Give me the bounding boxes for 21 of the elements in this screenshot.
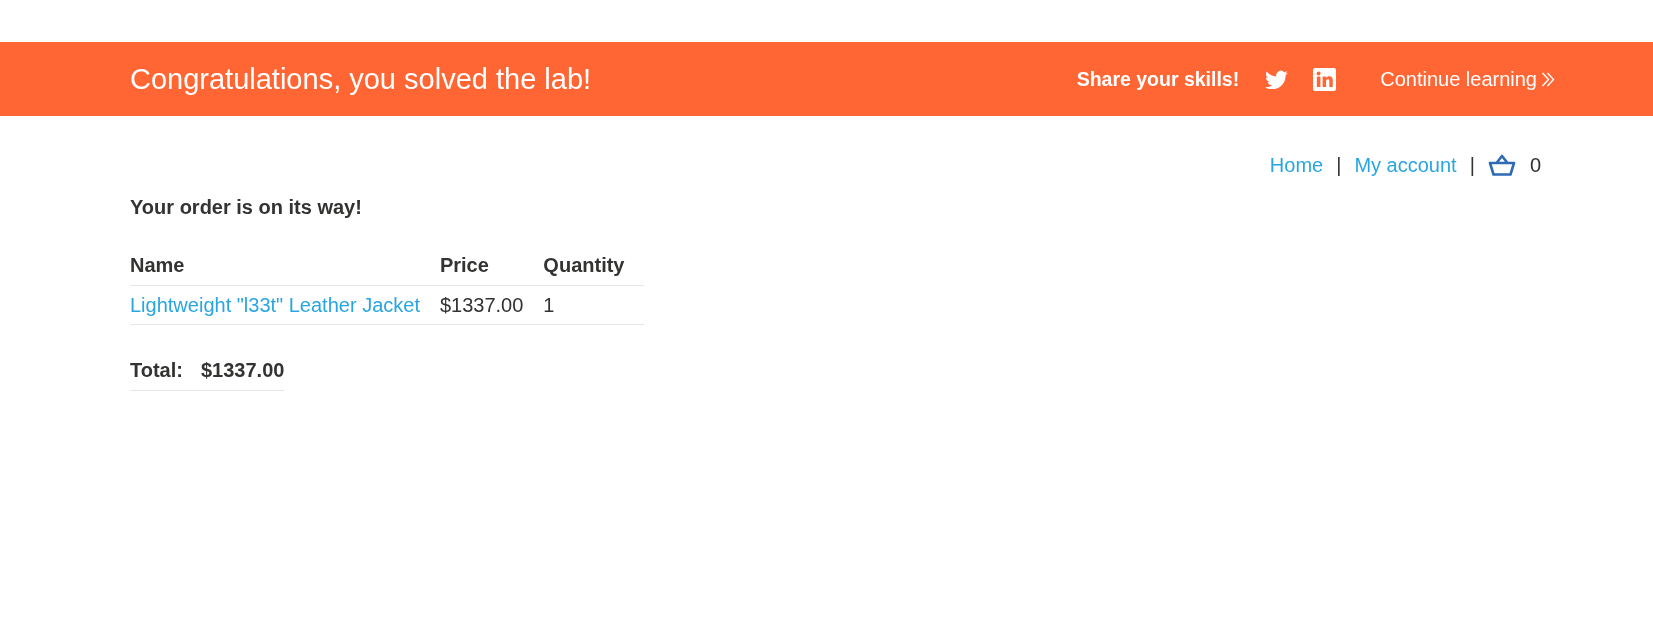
banner-message: Congratulations, you solved the lab! [130, 62, 593, 96]
column-header: Quantity [543, 248, 645, 286]
basket-icon [1487, 154, 1516, 176]
continue-learning-link[interactable]: Continue learning [1380, 67, 1555, 91]
table-cell: $1337.00 [439, 285, 544, 325]
share-label: Share your skills! [1076, 67, 1240, 91]
nav-link[interactable]: My account [1354, 153, 1457, 177]
total-label: Total: [130, 351, 201, 391]
product-link[interactable]: Lightweight "l33t" Leather Jacket [130, 294, 420, 316]
total-value: $1337.00 [200, 351, 285, 391]
table-cell: 1 [543, 285, 645, 325]
nav-separator: | [1469, 153, 1475, 177]
order-heading: Your order is on its way! [130, 195, 363, 219]
column-header: Price [439, 248, 544, 286]
bird-icon[interactable] [1265, 69, 1289, 89]
nav-separator: | [1336, 153, 1342, 177]
cart-link[interactable]: 0 [1487, 153, 1541, 177]
linkedin-icon[interactable] [1313, 67, 1337, 91]
column-header: Name [130, 248, 440, 286]
nav-link[interactable]: Home [1269, 153, 1324, 177]
double-chevron-icon [1541, 70, 1555, 88]
